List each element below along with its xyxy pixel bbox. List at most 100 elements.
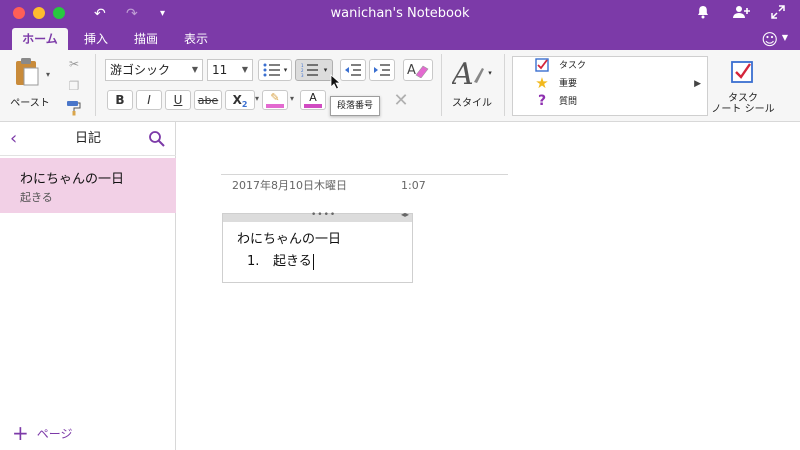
todo-tag-button[interactable]: [728, 58, 756, 86]
resize-arrows-icon[interactable]: ◂▸: [401, 210, 409, 219]
chevron-down-icon[interactable]: ▼: [782, 33, 788, 42]
subscript-letter: X: [232, 93, 242, 107]
star-icon: ★: [535, 74, 549, 92]
page-list-panel: ‹ 日記 わにちゃんの一日 起きる + ページ: [0, 122, 176, 450]
paste-label: ペースト: [10, 98, 50, 109]
page-list-item[interactable]: わにちゃんの一日 起きる: [0, 158, 176, 213]
bold-button[interactable]: B: [107, 90, 133, 110]
svg-text:A: A: [407, 63, 416, 78]
fullscreen-icon[interactable]: [771, 5, 785, 24]
ribbon-separator: [95, 54, 96, 116]
add-page-label: ページ: [36, 426, 73, 441]
styles-label: スタイル: [452, 98, 492, 109]
font-name-select[interactable]: 游ゴシック ▼: [105, 59, 203, 81]
ribbon-separator: [441, 54, 442, 116]
page-time: 1:07: [401, 179, 426, 192]
subscript-index: 2: [241, 99, 248, 109]
tab-draw[interactable]: 描画: [126, 28, 166, 50]
chevron-down-icon: ▾: [488, 69, 492, 77]
note-title-text[interactable]: わにちゃんの一日: [237, 228, 341, 247]
title-bar: ↶ ↷ ▾ wanichan's Notebook: [0, 0, 800, 28]
underline-button[interactable]: U: [165, 90, 191, 110]
highlighter-icon: ✎: [270, 91, 280, 104]
question-icon: ?: [537, 93, 547, 109]
tab-insert[interactable]: 挿入: [76, 28, 116, 50]
page-date-line: 2017年8月10日木曜日 1:07: [221, 174, 508, 196]
add-page-button[interactable]: + ページ: [12, 422, 73, 444]
ribbon-tab-bar: ホーム 挿入 描画 表示 ☺ ▼: [0, 28, 800, 50]
feedback-smiley-icon[interactable]: ☺: [761, 30, 778, 49]
plus-icon: +: [12, 421, 29, 445]
indent-icon: [374, 64, 390, 76]
styles-button[interactable]: A ▾: [450, 56, 494, 90]
notification-bell-icon[interactable]: [697, 5, 709, 24]
list-item-number: 1.: [247, 254, 260, 269]
checkbox-icon: [535, 58, 549, 72]
font-size-select[interactable]: 11 ▼: [207, 59, 253, 81]
tags-gallery: タスク ★ 重要 ? 質問 ▶: [512, 56, 708, 116]
section-header: ‹ 日記: [0, 122, 176, 156]
outdent-icon: [345, 64, 361, 76]
styles-icon: A: [452, 58, 485, 88]
search-icon[interactable]: [148, 130, 166, 148]
font-color-swatch: [304, 104, 322, 108]
svg-text:A: A: [452, 58, 474, 88]
tag-question-label: 質問: [559, 97, 578, 107]
tab-view[interactable]: 表示: [176, 28, 216, 50]
bullet-list-icon: [263, 63, 280, 77]
onenote-window: ↶ ↷ ▾ wanichan's Notebook ホーム 挿入 描画 表示 ☺…: [0, 0, 800, 450]
clear-formatting-button[interactable]: A: [403, 59, 433, 81]
checkbox-icon: [731, 61, 753, 83]
font-size-value: 11: [212, 63, 228, 77]
font-color-letter-icon: A: [309, 91, 317, 104]
increase-indent-button[interactable]: [369, 59, 395, 81]
highlight-color-swatch: [266, 104, 284, 108]
italic-button[interactable]: I: [136, 90, 162, 110]
note-container-handle[interactable]: •••• ◂▸: [223, 210, 412, 222]
clipboard-icon: [16, 58, 39, 86]
ribbon-home: ▾ ペースト ✂ ❐ 游ゴシック ▼ 11 ▼ B I U abe X2 ▾ ✎…: [0, 50, 800, 122]
drag-handle-icon[interactable]: ••••: [311, 210, 336, 220]
paste-button[interactable]: [10, 56, 44, 88]
bullets-button[interactable]: ▾: [258, 59, 292, 81]
tab-home[interactable]: ホーム: [12, 28, 68, 50]
chevron-down-icon: ▼: [241, 65, 248, 74]
ribbon-separator: [504, 54, 505, 116]
tag-important-label: 重要: [559, 79, 578, 89]
window-title: wanichan's Notebook: [330, 6, 470, 21]
copy-icon[interactable]: ❐: [64, 77, 84, 95]
decrease-indent-button[interactable]: [340, 59, 366, 81]
text-cursor: [312, 253, 314, 270]
todo-tag-label-line1: タスク: [728, 93, 758, 104]
font-color-button[interactable]: A: [300, 90, 326, 110]
eraser-icon: A: [407, 63, 429, 78]
chevron-down-icon: ▾: [283, 66, 288, 74]
numbering-button[interactable]: 123 ▾: [295, 59, 333, 81]
highlight-button[interactable]: ✎: [262, 90, 288, 110]
chevron-down-icon: ▾: [323, 66, 328, 74]
delete-icon[interactable]: ✕: [388, 90, 414, 111]
page-canvas[interactable]: 2017年8月10日木曜日 1:07 •••• ◂▸ わにちゃんの一日 1. 起き…: [177, 122, 800, 450]
tags-expand-arrow-icon[interactable]: ▶: [694, 79, 701, 89]
page-date: 2017年8月10日木曜日: [232, 179, 347, 192]
page-item-title: わにちゃんの一日: [20, 172, 125, 187]
numbered-list-item[interactable]: 1. 起きる: [247, 250, 314, 270]
subscript-button[interactable]: X2: [225, 90, 255, 110]
cut-icon[interactable]: ✂: [64, 54, 84, 74]
font-name-value: 游ゴシック: [110, 63, 171, 77]
page-item-preview: 起きる: [20, 191, 53, 204]
todo-tag-label: タスク ノート シール: [708, 93, 778, 115]
tooltip: 段落番号: [330, 96, 381, 116]
paste-options-caret-icon[interactable]: ▾: [46, 70, 50, 79]
list-item-text: 起きる: [273, 254, 312, 269]
highlight-options-chevron-icon[interactable]: ▾: [290, 94, 294, 103]
chevron-down-icon: ▼: [191, 65, 198, 74]
todo-tag-label-line2: ノート シール: [711, 104, 775, 115]
format-painter-icon[interactable]: [64, 98, 84, 118]
svg-text:3: 3: [301, 73, 304, 77]
note-container[interactable]: •••• ◂▸ わにちゃんの一日 1. 起きる: [222, 210, 413, 283]
strikethrough-button[interactable]: abe: [194, 90, 222, 110]
share-add-person-icon[interactable]: [732, 5, 750, 24]
subscript-options-chevron-icon[interactable]: ▾: [255, 94, 259, 103]
numbered-list-icon: 123: [301, 63, 318, 77]
